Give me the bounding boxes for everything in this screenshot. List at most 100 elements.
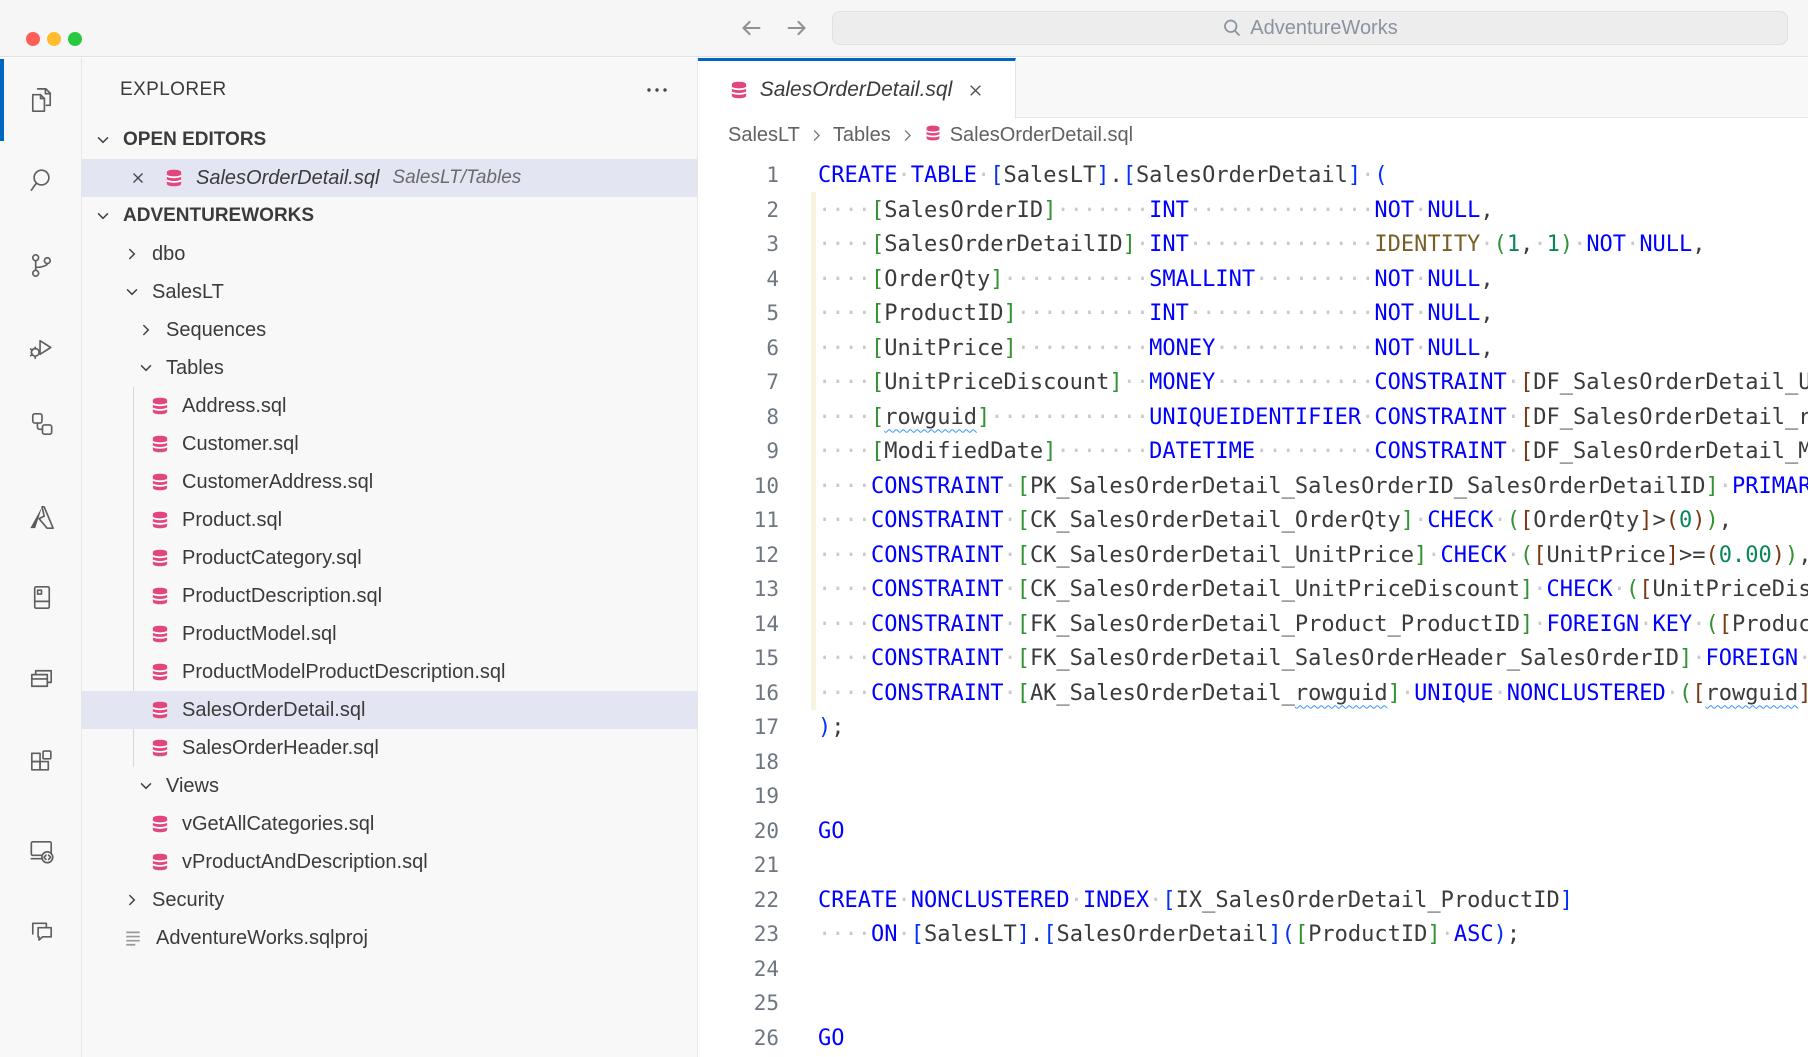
window-controls: [26, 32, 82, 46]
line-number: 12: [698, 538, 779, 573]
tree-file-ProductDescription.sql[interactable]: ProductDescription.sql: [82, 577, 697, 615]
activity-bar-item-comments[interactable]: [0, 891, 82, 973]
code-line-13[interactable]: 13····CONSTRAINT·[CK_SalesOrderDetail_Un…: [698, 572, 1808, 607]
files-icon: [26, 85, 57, 116]
more-actions-button[interactable]: [645, 78, 669, 107]
database-icon: [164, 168, 184, 188]
line-number: 2: [698, 193, 779, 228]
activity-bar-item-explorer[interactable]: [0, 59, 82, 141]
activity-bar-item-search[interactable]: [0, 139, 82, 221]
open-editor-description: SalesLT/Tables: [392, 167, 521, 189]
zoom-window-button[interactable]: [68, 32, 82, 46]
code-line-15[interactable]: 15····CONSTRAINT·[FK_SalesOrderDetail_Sa…: [698, 641, 1808, 676]
code-line-24[interactable]: 24: [698, 952, 1808, 987]
tree-file-vProductAndDescription.sql[interactable]: vProductAndDescription.sql: [82, 843, 697, 881]
tree-file-Customer.sql[interactable]: Customer.sql: [82, 425, 697, 463]
code-line-21[interactable]: 21: [698, 848, 1808, 883]
chevron-right-icon: [900, 128, 915, 143]
code-line-16[interactable]: 16····CONSTRAINT·[AK_SalesOrderDetail_ro…: [698, 676, 1808, 711]
breadcrumb-item-SalesLT[interactable]: SalesLT: [728, 124, 800, 147]
tree-folder-dbo[interactable]: dbo: [82, 235, 697, 273]
tree-file-ProductModel.sql[interactable]: ProductModel.sql: [82, 615, 697, 653]
debug-icon: [26, 332, 57, 363]
code-line-3[interactable]: 3····[SalesOrderDetailID]·INT···········…: [698, 227, 1808, 262]
code-line-26[interactable]: 26GO: [698, 1021, 1808, 1056]
tree-folder-Sequences[interactable]: Sequences: [82, 311, 697, 349]
command-center-search[interactable]: AdventureWorks: [832, 11, 1788, 45]
close-icon: [967, 82, 984, 99]
line-number: 20: [698, 814, 779, 849]
line-number: 1: [698, 158, 779, 193]
breadcrumb-item-SalesOrderDetail.sql[interactable]: SalesOrderDetail.sql: [924, 124, 1133, 148]
tree-file-ProductModelProductDescription.sql[interactable]: ProductModelProductDescription.sql: [82, 653, 697, 691]
line-number: 22: [698, 883, 779, 918]
activity-bar-item-run-and-debug[interactable]: [0, 306, 82, 388]
close-window-button[interactable]: [26, 32, 40, 46]
activity-bar-item-connections[interactable]: [0, 382, 82, 464]
activity-bar-item-database-projects[interactable]: [0, 556, 82, 638]
code-line-17[interactable]: 17);: [698, 710, 1808, 745]
code-line-7[interactable]: 7····[UnitPriceDiscount]··MONEY·········…: [698, 365, 1808, 400]
tab-salesorderdetail[interactable]: SalesOrderDetail.sql: [698, 58, 1016, 119]
tree-file-SalesOrderHeader.sql[interactable]: SalesOrderHeader.sql: [82, 729, 697, 767]
tree-file-Address.sql[interactable]: Address.sql: [82, 387, 697, 425]
line-number: 23: [698, 917, 779, 952]
code-line-4[interactable]: 4····[OrderQty]···········SMALLINT······…: [698, 262, 1808, 297]
code-line-9[interactable]: 9····[ModifiedDate]·······DATETIME······…: [698, 434, 1808, 469]
arrow-right-icon: [782, 13, 812, 43]
tree-file-Product.sql[interactable]: Product.sql: [82, 501, 697, 539]
code-line-23[interactable]: 23····ON·[SalesLT].[SalesOrderDetail]([P…: [698, 917, 1808, 952]
code-line-19[interactable]: 19: [698, 779, 1808, 814]
tree-file-CustomerAddress.sql[interactable]: CustomerAddress.sql: [82, 463, 697, 501]
activity-bar-item-azure[interactable]: [0, 476, 82, 558]
activity-bar-item-query-editor[interactable]: [0, 637, 82, 719]
tree-section-adventureworks[interactable]: ADVENTUREWORKS: [82, 197, 697, 235]
search-label: AdventureWorks: [1250, 17, 1397, 40]
code-line-11[interactable]: 11····CONSTRAINT·[CK_SalesOrderDetail_Or…: [698, 503, 1808, 538]
search-icon: [26, 165, 57, 196]
line-number: 24: [698, 952, 779, 987]
code-line-12[interactable]: 12····CONSTRAINT·[CK_SalesOrderDetail_Un…: [698, 538, 1808, 573]
database-icon: [150, 700, 170, 720]
code-line-22[interactable]: 22CREATE·NONCLUSTERED·INDEX·[IX_SalesOrd…: [698, 883, 1808, 918]
tree-section-open-editors[interactable]: OPEN EDITORS: [82, 121, 697, 159]
tree-folder-Views[interactable]: Views: [82, 767, 697, 805]
navigate-back-button[interactable]: [736, 13, 766, 43]
arrow-left-icon: [736, 13, 766, 43]
tree-file-SalesOrderDetail.sql[interactable]: SalesOrderDetail.sql: [82, 691, 697, 729]
tree-folder-SalesLT[interactable]: SalesLT: [82, 273, 697, 311]
tree-folder-Tables[interactable]: Tables: [82, 349, 697, 387]
chevron-right-icon: [124, 246, 140, 262]
tree-file-AdventureWorks.sqlproj[interactable]: AdventureWorks.sqlproj: [82, 919, 697, 957]
tree-file-vGetAllCategories.sql[interactable]: vGetAllCategories.sql: [82, 805, 697, 843]
tree-file-ProductCategory.sql[interactable]: ProductCategory.sql: [82, 539, 697, 577]
breadcrumb-item-Tables[interactable]: Tables: [833, 124, 891, 147]
code-line-2[interactable]: 2····[SalesOrderID]·······INT···········…: [698, 193, 1808, 228]
navigate-forward-button[interactable]: [782, 13, 812, 43]
tab-bar: SalesOrderDetail.sql: [698, 58, 1808, 118]
code-line-20[interactable]: 20GO: [698, 814, 1808, 849]
tab-close-button[interactable]: [967, 82, 984, 99]
code-line-5[interactable]: 5····[ProductID]··········INT···········…: [698, 296, 1808, 331]
line-number: 7: [698, 365, 779, 400]
database-icon: [150, 586, 170, 606]
code-line-8[interactable]: 8····[rowguid]············UNIQUEIDENTIFI…: [698, 400, 1808, 435]
activity-bar-item-source-control[interactable]: [0, 224, 82, 306]
code-editor[interactable]: 1CREATE·TABLE·[SalesLT].[SalesOrderDetai…: [698, 152, 1808, 1057]
chevron-right-icon: [124, 892, 140, 908]
code-line-14[interactable]: 14····CONSTRAINT·[FK_SalesOrderDetail_Pr…: [698, 607, 1808, 642]
line-number: 13: [698, 572, 779, 607]
code-line-25[interactable]: 25: [698, 986, 1808, 1021]
activity-bar-item-remote-explorer[interactable]: [0, 809, 82, 891]
code-line-1[interactable]: 1CREATE·TABLE·[SalesLT].[SalesOrderDetai…: [698, 158, 1808, 193]
sqlproj-icon: [124, 929, 144, 947]
tree-folder-Security[interactable]: Security: [82, 881, 697, 919]
activity-bar-item-extensions[interactable]: [0, 721, 82, 803]
minimize-window-button[interactable]: [47, 32, 61, 46]
line-number: 19: [698, 779, 779, 814]
code-line-18[interactable]: 18: [698, 745, 1808, 780]
code-line-10[interactable]: 10····CONSTRAINT·[PK_SalesOrderDetail_Sa…: [698, 469, 1808, 504]
close-icon[interactable]: [130, 170, 146, 186]
code-line-6[interactable]: 6····[UnitPrice]··········MONEY·········…: [698, 331, 1808, 366]
open-editor-item-SalesOrderDetail.sql[interactable]: SalesOrderDetail.sqlSalesLT/Tables: [82, 159, 697, 197]
